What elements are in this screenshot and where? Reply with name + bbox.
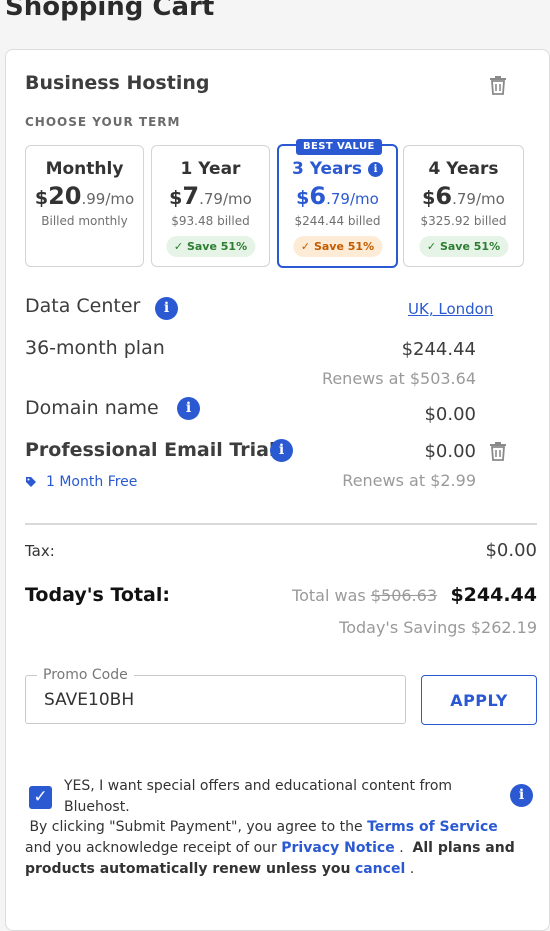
savings: Today's Savings $262.19 (339, 618, 537, 637)
term-price: $6.79/mo (422, 182, 505, 210)
check-icon: ✓ (173, 240, 184, 253)
total-value: $244.44 (450, 584, 537, 606)
best-value-badge: BEST VALUE (296, 139, 382, 155)
term-4-years[interactable]: 4 Years $6.79/mo $325.92 billed ✓ Save 5… (403, 145, 524, 267)
plan-renews: Renews at $503.64 (321, 369, 476, 388)
promo-input[interactable] (44, 690, 384, 710)
domain-price: $0.00 (424, 404, 476, 425)
email-label: Professional Email Trial (25, 439, 276, 461)
term-billed: Billed monthly (41, 214, 128, 228)
term-price: $6.79/mo (296, 182, 379, 210)
promo-label: Promo Code (37, 667, 134, 683)
term-billed: $325.92 billed (420, 214, 507, 228)
term-name: 1 Year (180, 159, 241, 179)
offers-checkbox[interactable]: ✓ (29, 786, 52, 809)
privacy-notice-link[interactable]: Privacy Notice (281, 840, 394, 856)
term-billed: $244.44 billed (294, 214, 381, 228)
info-icon[interactable]: i (510, 784, 533, 807)
email-promo-text: 1 Month Free (46, 474, 138, 490)
term-name: 4 Years (428, 159, 499, 179)
term-billed: $93.48 billed (171, 214, 250, 228)
info-icon[interactable]: i (367, 162, 383, 177)
term-name: Monthly (45, 159, 124, 179)
apply-button[interactable]: APPLY (421, 675, 537, 725)
data-center-label: Data Center (25, 295, 141, 317)
email-renews: Renews at $2.99 (342, 471, 476, 490)
term-price: $7.79/mo (169, 182, 252, 210)
check-icon: ✓ (33, 787, 48, 807)
domain-label: Domain name (25, 397, 159, 419)
tag-icon (26, 477, 36, 487)
info-icon[interactable]: i (270, 439, 293, 462)
page-title: Shopping Cart (5, 0, 215, 22)
trash-icon[interactable] (489, 441, 507, 461)
terms-of-service-link[interactable]: Terms of Service (367, 819, 498, 835)
term-price: $20.99/mo (34, 182, 135, 210)
tax-label: Tax: (25, 542, 55, 560)
save-badge: ✓ Save 51% (165, 236, 256, 257)
term-3-years[interactable]: 3 Years i $6.79/mo $244.44 billed ✓ Save… (277, 144, 398, 268)
email-price: $0.00 (424, 441, 476, 462)
tax-value: $0.00 (485, 540, 537, 561)
offers-text: YES, I want special offers and education… (64, 778, 453, 815)
product-title: Business Hosting (25, 72, 210, 94)
check-icon: ✓ (426, 240, 437, 253)
info-icon[interactable]: i (155, 297, 178, 320)
legal-text: By clicking "Submit Payment", you agree … (25, 819, 515, 877)
total-was: Total was $506.63 (292, 586, 437, 605)
save-badge: ✓ Save 51% (292, 236, 383, 257)
info-icon[interactable]: i (177, 397, 200, 420)
plan-price: $244.44 (401, 339, 476, 360)
term-1-year[interactable]: 1 Year $7.79/mo $93.48 billed ✓ Save 51% (151, 145, 270, 267)
choose-term-label: CHOOSE YOUR TERM (25, 115, 181, 129)
plan-label: 36-month plan (25, 337, 165, 359)
term-name: 3 Years i (279, 159, 396, 179)
trash-icon[interactable] (489, 75, 507, 95)
cancel-link[interactable]: cancel (355, 861, 405, 877)
save-badge: ✓ Save 51% (418, 236, 509, 257)
total-label: Today's Total: (25, 584, 170, 606)
term-monthly[interactable]: Monthly $20.99/mo Billed monthly (25, 145, 144, 267)
data-center-link[interactable]: UK, London (408, 300, 493, 318)
divider (25, 523, 537, 525)
check-icon: ✓ (300, 240, 311, 253)
